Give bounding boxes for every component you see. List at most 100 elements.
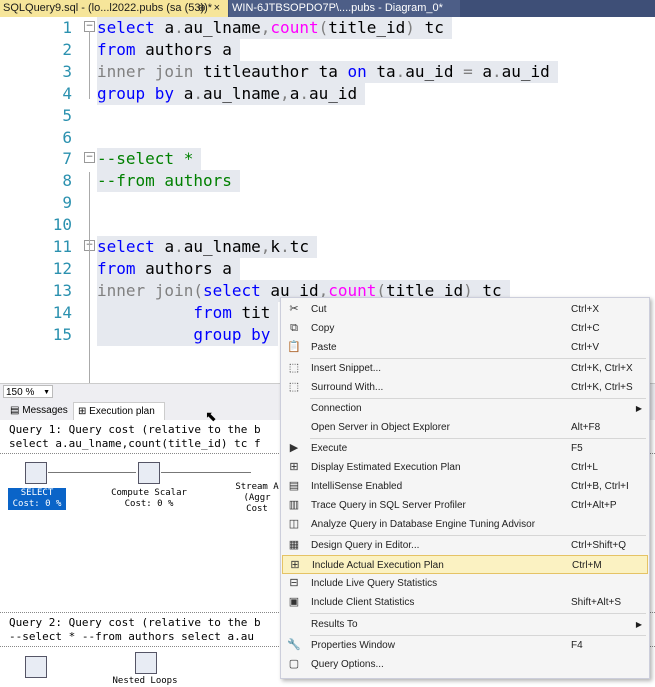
- close-icon[interactable]: ×: [214, 0, 220, 17]
- menu-item-shortcut: Ctrl+X: [571, 304, 600, 315]
- code-line[interactable]: 7− --select *: [0, 148, 655, 171]
- menu-item-shortcut: Ctrl+B, Ctrl+I: [571, 481, 629, 493]
- code-text: from authors a: [97, 257, 240, 280]
- collapse-icon[interactable]: −: [84, 152, 95, 164]
- code-line[interactable]: 5: [0, 105, 655, 127]
- tab-sqlquery9[interactable]: SQLQuery9.sql - (lo...l2022.pubs (sa (53…: [0, 0, 228, 17]
- code-token: authors a: [145, 39, 232, 59]
- tab-messages[interactable]: ▤ Messages: [6, 402, 72, 420]
- code-token: a: [482, 61, 492, 81]
- menu-item-include-actual-plan[interactable]: ⊞ Include Actual Execution Plan Ctrl+M: [282, 555, 648, 575]
- code-token: on: [347, 61, 377, 81]
- code-text: group by a.au_lname,a.au_id: [97, 82, 366, 105]
- menu-item-shortcut: F5: [571, 443, 583, 455]
- select-operator-icon[interactable]: [25, 656, 47, 678]
- code-token: a: [164, 237, 175, 256]
- line-number: 4: [62, 83, 72, 103]
- code-token: a: [289, 83, 300, 103]
- code-token: .: [299, 83, 309, 103]
- query2-header: Query 2: Query cost (relative to the b: [9, 616, 261, 629]
- line-number: 13: [52, 280, 72, 300]
- code-token: a: [183, 83, 194, 103]
- menu-item-label: Open Server in Object Explorer: [311, 422, 450, 434]
- code-line[interactable]: 11−select a.au_lname,k.tc: [0, 236, 655, 258]
- code-token: select: [97, 237, 165, 256]
- code-token: .: [395, 61, 406, 81]
- tab-execution-plan[interactable]: ⊞ Execution plan: [73, 402, 165, 420]
- line-number: 6: [62, 127, 72, 147]
- menu-item-analyze-query[interactable]: ◫ Analyze Query in Database Engine Tuning…: [282, 515, 648, 534]
- nested-loops-icon[interactable]: [135, 652, 157, 674]
- menu-item-trace-query[interactable]: ▥ Trace Query in SQL Server Profiler Ctrl+…: [282, 496, 648, 515]
- paste-icon: 📋: [287, 341, 301, 353]
- menu-item-shortcut: Ctrl+Shift+Q: [571, 540, 627, 552]
- code-line[interactable]: 6: [0, 127, 655, 149]
- code-token: ): [405, 18, 415, 37]
- line-number: 5: [62, 105, 72, 125]
- menu-item-display-estimated-plan[interactable]: ⊞ Display Estimated Execution Plan Ctrl+L: [282, 458, 648, 477]
- code-line[interactable]: 8 --from authors: [0, 170, 655, 193]
- line-number: 8: [62, 171, 72, 191]
- select-operator-icon[interactable]: [25, 462, 47, 484]
- code-token: .: [491, 61, 502, 81]
- line-number: 7: [62, 149, 72, 169]
- menu-item-shortcut: Alt+F8: [571, 422, 601, 434]
- menu-item-label: Include Actual Execution Plan: [312, 560, 444, 572]
- tab-diagram-label: WIN-6JTBSOPDO7P\....pubs - Diagram_0*: [232, 2, 443, 14]
- code-token: ,: [260, 18, 271, 37]
- code-line[interactable]: 9: [0, 192, 655, 214]
- pin-icon[interactable]: ⊕: [198, 0, 206, 17]
- code-token: tc: [414, 18, 444, 37]
- line-number: 14: [52, 302, 72, 322]
- connection-icon: [286, 401, 302, 416]
- code-token: select: [97, 18, 165, 37]
- menu-item-query-options[interactable]: ▢ Query Options...: [282, 655, 648, 674]
- code-token: tit: [241, 302, 271, 322]
- results-to-icon: [286, 617, 302, 632]
- copy-icon: ⧉: [290, 322, 298, 334]
- code-token: inner join: [97, 280, 194, 300]
- menu-item-shortcut: Ctrl+M: [572, 560, 602, 572]
- menu-item-execute[interactable]: ▶ Execute F5: [282, 439, 648, 458]
- line-number: 9: [62, 193, 72, 213]
- tab-messages-label: Messages: [22, 405, 68, 416]
- menu-item-label: IntelliSense Enabled: [311, 481, 403, 493]
- messages-icon: ▤: [10, 405, 23, 416]
- code-line[interactable]: 2 from authors a: [0, 38, 655, 61]
- mouse-pointer-icon: ⬉: [205, 408, 217, 424]
- menu-item-label: Insert Snippet...: [311, 363, 382, 375]
- compute-scalar-icon[interactable]: [138, 462, 160, 484]
- query2-sql: --select * --from authors select a.au: [9, 630, 255, 643]
- menu-item-connection[interactable]: Connection ▶: [282, 399, 648, 418]
- menu-item-label: Analyze Query in Database Engine Tuning …: [311, 519, 536, 531]
- select-operator-label: SELECT Cost: 0 %: [8, 488, 66, 510]
- line-number: 11: [52, 237, 72, 256]
- code-token: a: [164, 18, 175, 37]
- zoom-dropdown[interactable]: 150 % ▼: [3, 385, 53, 398]
- code-line[interactable]: 12 from authors a: [0, 257, 655, 280]
- menu-item-cut[interactable]: ✂ Cut Ctrl+X: [282, 300, 648, 319]
- code-token: (: [318, 18, 329, 37]
- code-line[interactable]: 3 inner join titleauthor ta on ta.au_id =…: [0, 60, 655, 83]
- menu-item-label: Surround With...: [311, 382, 384, 394]
- menu-item-label: Connection: [311, 403, 362, 415]
- menu-item-shortcut: Ctrl+Alt+P: [571, 500, 617, 512]
- menu-item-properties-window[interactable]: 🔧 Properties Window F4: [282, 636, 648, 655]
- menu-item-design-query[interactable]: ▦ Design Query in Editor... Ctrl+Shift+Q: [282, 536, 648, 555]
- menu-item-paste[interactable]: 📋 Paste Ctrl+V: [282, 338, 648, 357]
- menu-item-copy[interactable]: ⧉ Copy Ctrl+C: [282, 319, 648, 338]
- plan-arrow: [48, 472, 136, 473]
- menu-item-surround-with[interactable]: ⬚ Surround With... Ctrl+K, Ctrl+S: [282, 378, 648, 397]
- code-line[interactable]: 4 group by a.au_lname,a.au_id: [0, 82, 655, 105]
- code-line[interactable]: 10: [0, 214, 655, 236]
- menu-item-results-to[interactable]: Results To ▶: [282, 615, 648, 634]
- menu-item-intellisense[interactable]: ▤ IntelliSense Enabled Ctrl+B, Ctrl+I: [282, 477, 648, 496]
- menu-item-insert-snippet[interactable]: ⬚ Insert Snippet... Ctrl+K, Ctrl+X: [282, 359, 648, 378]
- menu-item-client-stats[interactable]: ▣ Include Client Statistics Shift+Alt+S: [282, 593, 648, 612]
- client-stats-icon: ▣: [288, 596, 300, 609]
- insert-snippet-icon: ⬚: [288, 362, 300, 375]
- menu-item-live-query-stats[interactable]: ⊟ Include Live Query Statistics: [282, 574, 648, 593]
- tab-diagram[interactable]: WIN-6JTBSOPDO7P\....pubs - Diagram_0*: [229, 0, 460, 17]
- menu-item-open-server[interactable]: Open Server in Object Explorer Alt+F8: [282, 418, 648, 437]
- code-line[interactable]: 1− select a.au_lname,count(title_id) tc: [0, 17, 655, 39]
